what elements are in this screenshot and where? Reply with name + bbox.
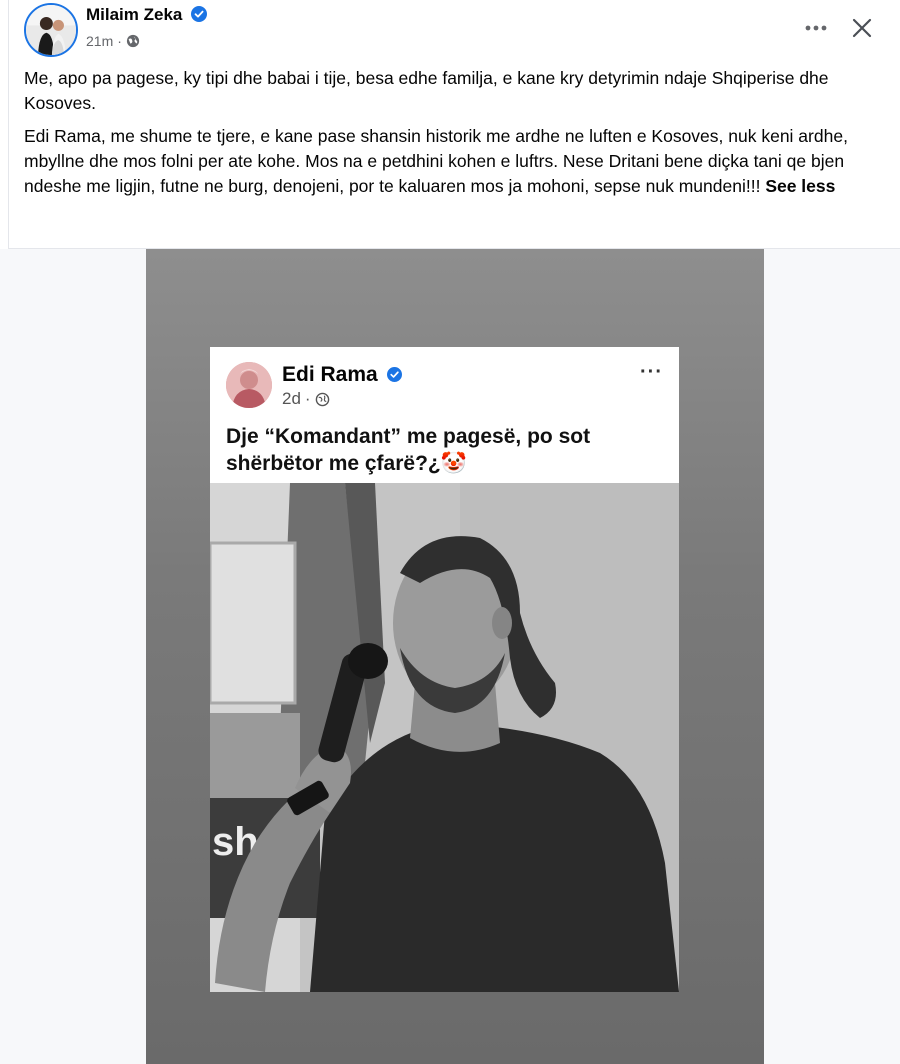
more-options-button[interactable] — [798, 10, 834, 46]
post-paragraph-2-text: Edi Rama, me shume te tjere, e kane pase… — [24, 126, 848, 196]
embedded-separator: · — [304, 389, 311, 408]
post-body: Me, apo pa pagese, ky tipi dhe babai i t… — [24, 66, 888, 207]
close-icon — [852, 18, 872, 38]
embedded-more-options-icon: ··· — [640, 361, 663, 383]
post-paragraph-1: Me, apo pa pagese, ky tipi dhe babai i t… — [24, 68, 829, 113]
post-header: Milaim Zeka 21m · — [0, 0, 900, 62]
embedded-globe-icon — [315, 392, 329, 406]
meta-separator: · — [117, 33, 122, 49]
embedded-meta: 2d · — [282, 389, 330, 409]
author-name-text[interactable]: Milaim Zeka — [86, 5, 182, 24]
author-avatar[interactable] — [24, 3, 78, 57]
embedded-photo: sha — [210, 483, 679, 992]
embedded-author-name-text: Edi Rama — [282, 363, 378, 386]
avatar-image — [26, 5, 76, 55]
close-button[interactable] — [844, 10, 880, 46]
post-paragraph-2: Edi Rama, me shume te tjere, e kane pase… — [24, 124, 888, 199]
embedded-post-card: Edi Rama 2d · ··· Dje “Komandant” me pag… — [210, 347, 679, 483]
verified-badge-icon — [191, 6, 208, 22]
embedded-verified-badge-icon — [386, 367, 402, 382]
more-options-icon — [805, 25, 827, 31]
post-timestamp[interactable]: 21m — [86, 33, 113, 49]
embedded-author-name: Edi Rama — [282, 363, 402, 387]
globe-icon[interactable] — [126, 34, 140, 48]
author-name[interactable]: Milaim Zeka — [86, 5, 208, 25]
embedded-post-text: Dje “Komandant” me pagesë, po sot shërbë… — [226, 425, 591, 475]
embedded-author-avatar — [226, 362, 272, 408]
embedded-avatar-image — [226, 362, 272, 408]
embedded-timestamp: 2d — [282, 389, 301, 408]
speaker-photo: sha — [210, 483, 679, 992]
post-meta: 21m · — [86, 33, 140, 49]
see-less-link[interactable]: See less — [765, 176, 835, 196]
